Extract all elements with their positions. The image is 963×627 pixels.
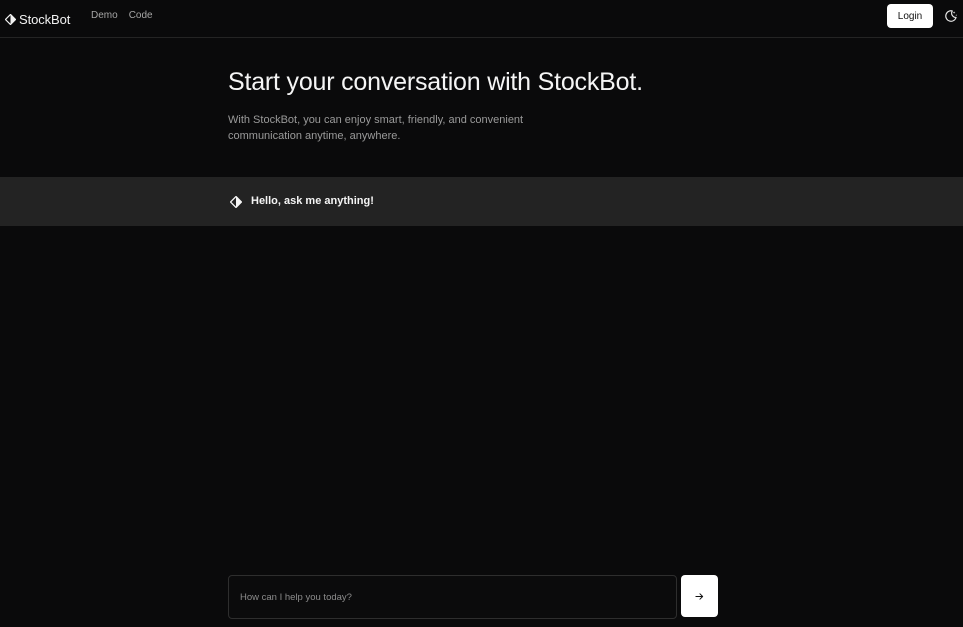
- moon-stars-icon[interactable]: [943, 8, 959, 24]
- top-navbar: StockBot Demo Code Login: [0, 0, 963, 38]
- login-button[interactable]: Login: [887, 4, 933, 28]
- nav-links: Demo Code: [91, 10, 153, 22]
- send-button[interactable]: [681, 575, 718, 617]
- assistant-message-row: [0, 177, 963, 226]
- nav-link-code[interactable]: Code: [129, 10, 153, 22]
- diamond-logo-icon: [5, 13, 16, 25]
- app-root: StockBot Demo Code Login Start your conv…: [0, 0, 963, 627]
- page-subtitle: With StockBot, you can enjoy smart, frie…: [228, 114, 524, 142]
- brand-link[interactable]: StockBot: [5, 9, 70, 29]
- assistant-message-text: Hello, ask me anything!: [251, 195, 374, 207]
- chat-input[interactable]: [228, 575, 677, 619]
- page-title: Start your conversation with StockBot.: [228, 68, 643, 96]
- arrow-right-icon: [695, 589, 704, 604]
- brand-name: StockBot: [19, 11, 71, 27]
- nav-link-demo[interactable]: Demo: [91, 10, 118, 22]
- diamond-logo-icon: [229, 195, 243, 209]
